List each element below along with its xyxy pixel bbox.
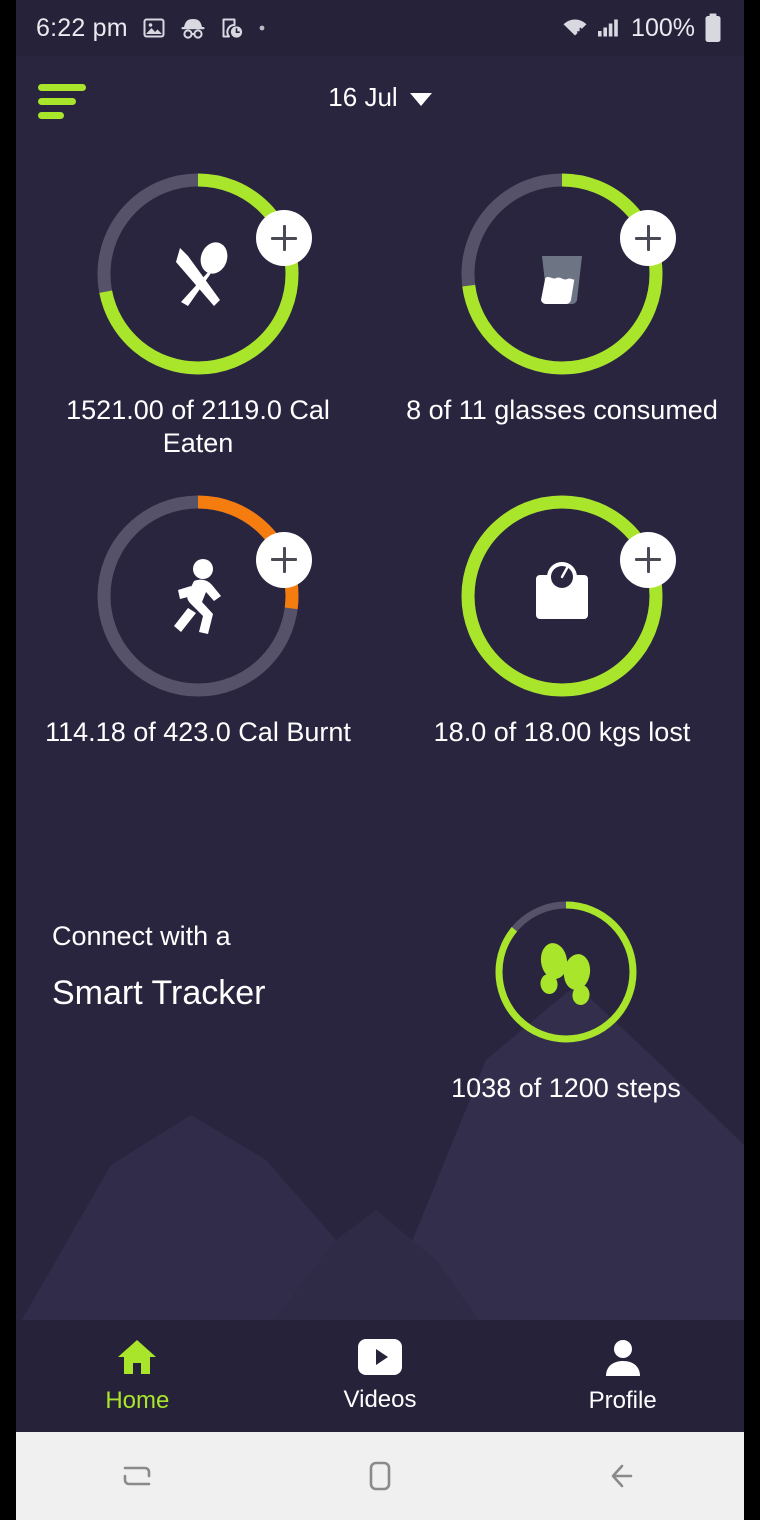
battery-percent-label: 100% — [631, 13, 695, 42]
status-bar: 6:22 pm 100% — [16, 0, 744, 56]
promo-line-1: Connect with a — [52, 920, 231, 951]
ring-calories-burnt — [92, 490, 312, 702]
back-button[interactable] — [501, 1454, 744, 1498]
system-navigation-bar — [16, 1432, 744, 1520]
person-icon — [605, 1340, 640, 1376]
running-icon — [92, 490, 304, 702]
smart-tracker-promo[interactable]: Connect with a Smart Tracker 1038 of 120… — [16, 897, 744, 1104]
status-bar-left-icons — [142, 16, 561, 40]
nav-item-videos[interactable]: Videos — [259, 1338, 502, 1414]
recents-icon — [124, 1466, 151, 1486]
add-icon[interactable] — [256, 531, 312, 588]
hamburger-bar — [38, 112, 64, 119]
home-icon — [118, 1340, 157, 1374]
ring-steps — [491, 897, 641, 1047]
wifi-icon — [563, 19, 587, 37]
screen-time-icon — [222, 18, 242, 38]
home-square-icon — [369, 1461, 391, 1491]
add-icon[interactable] — [256, 210, 312, 266]
metric-label: 18.0 of 18.00 kgs lost — [433, 716, 691, 747]
home-button[interactable] — [259, 1455, 502, 1497]
metrics-grid: 1521.00 of 2119.0 Cal Eaten 8 of 11 glas… — [16, 168, 744, 749]
status-bar-right-icons: 100% — [561, 13, 722, 43]
recents-button[interactable] — [16, 1454, 259, 1498]
steps-label: 1038 of 1200 steps — [451, 1072, 681, 1103]
image-icon — [143, 18, 165, 38]
ring-water-glasses — [456, 168, 676, 380]
nav-label: Profile — [588, 1387, 657, 1414]
promo-line-2: Smart Tracker — [52, 973, 266, 1012]
ring-weight-lost — [456, 490, 676, 702]
metric-label: 1521.00 of 2119.0 Cal Eaten — [66, 395, 330, 458]
ring-calories-eaten — [92, 168, 312, 380]
phone-frame: 6:22 pm 100% 16 Jul 1521.00 of 2119.0 Ca… — [0, 0, 760, 1520]
app-header: 16 Jul — [16, 56, 744, 146]
footprints-icon — [491, 897, 641, 1047]
chevron-down-icon — [409, 92, 432, 106]
nav-item-home[interactable]: Home — [16, 1337, 259, 1415]
incognito-icon — [181, 19, 205, 39]
dot-icon — [259, 25, 265, 31]
add-icon[interactable] — [620, 531, 676, 588]
water-glass-icon — [456, 168, 668, 380]
cutlery-icon — [92, 168, 304, 380]
nav-item-profile[interactable]: Profile — [501, 1337, 744, 1415]
metric-water-glasses[interactable]: 8 of 11 glasses consumed — [380, 168, 744, 460]
nav-label: Videos — [343, 1386, 417, 1413]
metric-weight-lost[interactable]: 18.0 of 18.00 kgs lost — [380, 490, 744, 749]
metric-label: 8 of 11 glasses consumed — [406, 395, 718, 425]
promo-text: Connect with a Smart Tracker — [52, 897, 416, 1013]
status-bar-time: 6:22 pm — [36, 13, 128, 42]
weight-scale-icon — [456, 490, 668, 702]
steps-metric[interactable]: 1038 of 1200 steps — [416, 897, 716, 1104]
nav-label: Home — [105, 1387, 170, 1414]
add-icon[interactable] — [620, 210, 676, 266]
date-picker[interactable]: 16 Jul — [16, 82, 744, 113]
date-label: 16 Jul — [328, 82, 398, 112]
metric-label: 114.18 of 423.0 Cal Burnt — [45, 716, 351, 747]
bottom-navigation: Home Videos Profile — [16, 1320, 744, 1432]
battery-icon — [705, 13, 721, 42]
metric-calories-burnt[interactable]: 114.18 of 423.0 Cal Burnt — [16, 490, 380, 749]
video-icon — [358, 1339, 402, 1375]
back-arrow-icon — [611, 1464, 632, 1488]
metric-calories-eaten[interactable]: 1521.00 of 2119.0 Cal Eaten — [16, 168, 380, 460]
signal-icon — [598, 19, 618, 37]
app-screen: 6:22 pm 100% 16 Jul 1521.00 of 2119.0 Ca… — [16, 0, 744, 1520]
